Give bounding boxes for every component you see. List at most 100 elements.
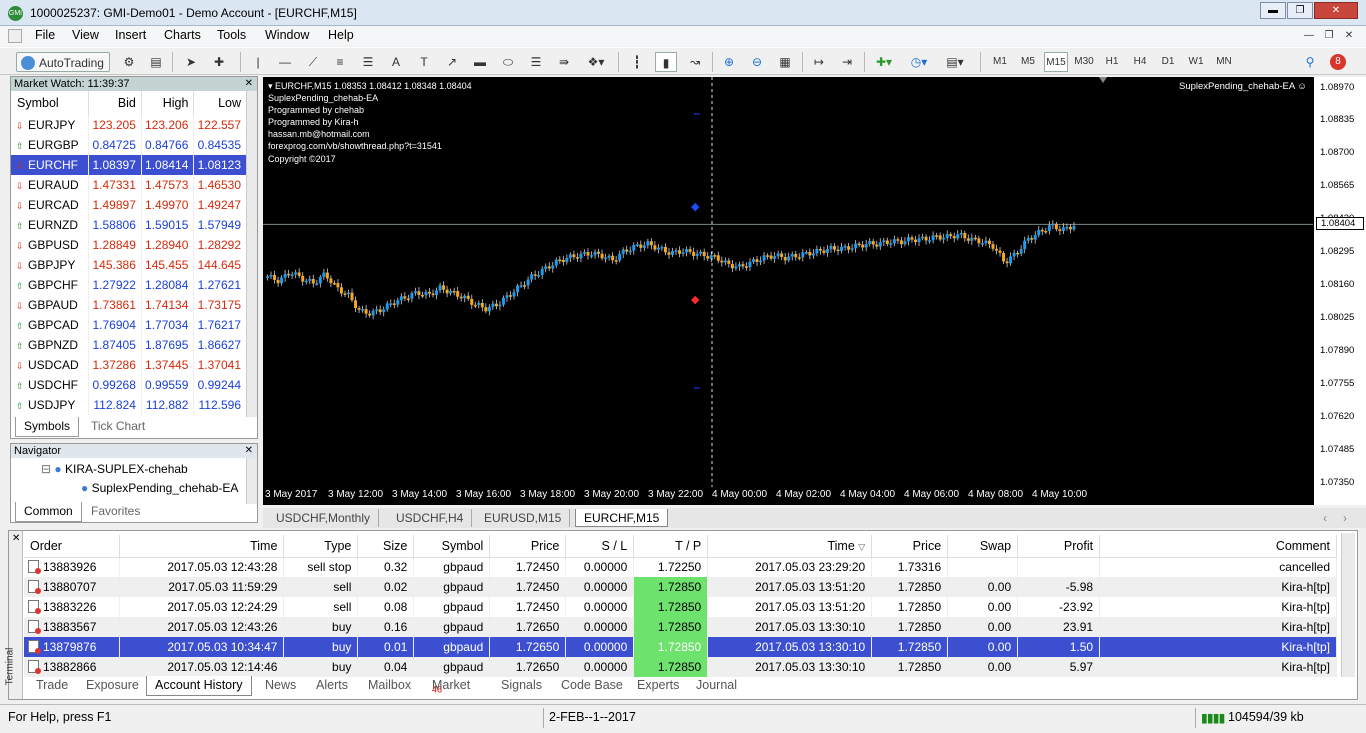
fibonacci-icon[interactable]: ☰ bbox=[358, 52, 378, 72]
text-icon[interactable]: A bbox=[386, 52, 406, 72]
market-watch-row[interactable]: ⇧ GBPNZD 1.87405 1.87695 1.86627 bbox=[11, 335, 247, 355]
chart-tab-eurusd-m15[interactable]: EURUSD,M15 bbox=[476, 509, 571, 527]
periods-icon[interactable]: ◷▾ bbox=[905, 52, 933, 72]
market-watch-row[interactable]: ⇩ USDCAD 1.37286 1.37445 1.37041 bbox=[11, 355, 247, 375]
status-traffic[interactable]: 104594/39 kb bbox=[1228, 710, 1304, 724]
chart-shift-icon[interactable]: ⇥ bbox=[836, 52, 858, 72]
tab-alerts[interactable]: Alerts bbox=[316, 676, 348, 696]
menu-insert[interactable]: Insert bbox=[115, 28, 146, 42]
doc-icon[interactable] bbox=[8, 29, 22, 43]
templates-icon[interactable]: ▤▾ bbox=[940, 52, 970, 72]
fibo-fan-icon[interactable]: ☰ bbox=[526, 52, 546, 72]
navigator-scrollbar[interactable] bbox=[246, 458, 257, 504]
data-window-icon[interactable]: ▤ bbox=[145, 52, 167, 72]
search-icon[interactable]: ⚲ bbox=[1300, 52, 1320, 72]
ellipse-icon[interactable]: ⬭ bbox=[498, 52, 518, 72]
symbol-cell[interactable]: ⇧ USDJPY bbox=[11, 395, 90, 415]
autotrading-button[interactable]: AutoTrading bbox=[16, 52, 110, 72]
market-watch-row[interactable]: ⇩ EURJPY 123.205 123.206 122.557 bbox=[11, 115, 247, 135]
arrow-icon[interactable]: ↗ bbox=[442, 52, 462, 72]
symbol-cell[interactable]: ⇩ GBPUSD bbox=[11, 235, 90, 255]
market-watch-scrollbar[interactable] bbox=[246, 91, 257, 417]
horizontal-line-icon[interactable]: — bbox=[275, 52, 295, 72]
symbol-cell[interactable]: ⇧ GBPCHF bbox=[11, 275, 90, 295]
zoom-out-icon[interactable]: ⊖ bbox=[746, 52, 768, 72]
close-icon[interactable]: ✕ bbox=[245, 77, 253, 91]
mdi-restore-icon[interactable]: ❐ bbox=[1320, 27, 1338, 44]
tab-market[interactable]: Market 46 bbox=[432, 676, 470, 696]
market-watch-row[interactable]: ⇧ EURNZD 1.58806 1.59015 1.57949 bbox=[11, 215, 247, 235]
col-price[interactable]: Price bbox=[489, 535, 567, 558]
market-watch-row[interactable]: ⇧ GBPCAD 1.76904 1.77034 1.76217 bbox=[11, 315, 247, 335]
pitchfork-icon[interactable]: ⇛ bbox=[554, 52, 574, 72]
history-row[interactable]: 13883567 2017.05.03 12:43:26 buy 0.16 gbpaud… bbox=[24, 617, 1337, 637]
zoom-in-icon[interactable]: ⊕ bbox=[718, 52, 740, 72]
minimize-button[interactable]: ▬ bbox=[1260, 2, 1286, 19]
tab-news[interactable]: News bbox=[265, 676, 296, 696]
chart-dropdown-icon[interactable]: ▾ bbox=[268, 81, 273, 91]
menu-view[interactable]: View bbox=[72, 28, 99, 42]
col-time[interactable]: Time bbox=[119, 535, 285, 558]
tf-h1[interactable]: H1 bbox=[1100, 52, 1124, 72]
market-watch-row[interactable]: ⇧ USDJPY 112.824 112.882 112.596 bbox=[11, 395, 247, 415]
tile-windows-icon[interactable]: ▦ bbox=[774, 52, 796, 72]
tf-m15[interactable]: M15 bbox=[1044, 52, 1068, 72]
cursor-icon[interactable]: ➤ bbox=[180, 52, 202, 72]
nav-item-kira[interactable]: ⊟ ● KIRA-SUPLEX-chehab bbox=[41, 462, 188, 476]
market-watch-row[interactable]: ⇧ USDCHF 0.99268 0.99559 0.99244 bbox=[11, 375, 247, 395]
market-watch-row[interactable]: ⇩ EURCAD 1.49897 1.49970 1.49247 bbox=[11, 195, 247, 215]
col-sl[interactable]: S / L bbox=[565, 535, 635, 558]
bar-chart-icon[interactable]: ┇ bbox=[626, 52, 648, 72]
mdi-close-icon[interactable]: ✕ bbox=[1340, 27, 1358, 44]
col-type[interactable]: Type bbox=[283, 535, 359, 558]
history-row[interactable]: 13879876 2017.05.03 10:34:47 buy 0.01 gbpaud… bbox=[24, 637, 1337, 657]
tf-m30[interactable]: M30 bbox=[1072, 52, 1096, 72]
col-order[interactable]: Order bbox=[24, 535, 121, 558]
indicators-icon[interactable]: ✚▾ bbox=[870, 52, 898, 72]
crosshair-icon[interactable]: ✚ bbox=[208, 52, 230, 72]
terminal-scrollbar[interactable] bbox=[1341, 533, 1355, 677]
market-watch-row[interactable]: ⇩ GBPJPY 145.386 145.455 144.645 bbox=[11, 255, 247, 275]
tab-trade[interactable]: Trade bbox=[36, 676, 68, 696]
mdi-minimize-icon[interactable]: — bbox=[1300, 27, 1318, 44]
close-icon[interactable]: ✕ bbox=[12, 533, 20, 544]
tf-m1[interactable]: M1 bbox=[988, 52, 1012, 72]
menu-help[interactable]: Help bbox=[328, 28, 354, 42]
tab-experts[interactable]: Experts bbox=[637, 676, 679, 696]
tab-tick-chart[interactable]: Tick Chart bbox=[91, 417, 145, 437]
symbol-cell[interactable]: ⇩ EURCAD bbox=[11, 195, 90, 215]
menu-charts[interactable]: Charts bbox=[164, 28, 201, 42]
symbol-cell[interactable]: ⇩ EURAUD bbox=[11, 175, 90, 195]
menu-tools[interactable]: Tools bbox=[217, 28, 246, 42]
close-icon[interactable]: ✕ bbox=[245, 444, 253, 458]
market-watch-row[interactable]: ⇩ GBPUSD 1.28849 1.28940 1.28292 bbox=[11, 235, 247, 255]
col-close-time[interactable]: Time ▽ bbox=[707, 535, 873, 558]
tf-m5[interactable]: M5 bbox=[1016, 52, 1040, 72]
tab-account-history[interactable]: Account History bbox=[146, 676, 252, 696]
market-watch-row[interactable]: ⇩ GBPAUD 1.73861 1.74134 1.73175 bbox=[11, 295, 247, 315]
maximize-button[interactable]: ❐ bbox=[1287, 2, 1313, 19]
symbol-cell[interactable]: ⇩ GBPJPY bbox=[11, 255, 90, 275]
candlestick-icon[interactable]: ▮ bbox=[655, 52, 677, 72]
autoscroll-icon[interactable]: ↦ bbox=[808, 52, 830, 72]
col-swap[interactable]: Swap bbox=[947, 535, 1019, 558]
market-watch-row[interactable]: ⇩ EURAUD 1.47331 1.47573 1.46530 bbox=[11, 175, 247, 195]
col-profit[interactable]: Profit bbox=[1017, 535, 1101, 558]
status-profile[interactable]: 2-FEB--1--2017 bbox=[549, 710, 636, 724]
tab-code-base[interactable]: Code Base bbox=[561, 676, 623, 696]
market-watch-row[interactable]: ⇧ EURGBP 0.84725 0.84766 0.84535 bbox=[11, 135, 247, 155]
tab-mailbox[interactable]: Mailbox bbox=[368, 676, 411, 696]
col-symbol[interactable]: Symbol bbox=[11, 91, 90, 115]
symbol-cell[interactable]: ⇧ EURNZD bbox=[11, 215, 90, 235]
tab-signals[interactable]: Signals bbox=[501, 676, 542, 696]
chart-tab-usdchf-h4[interactable]: USDCHF,H4 bbox=[388, 509, 473, 527]
symbol-cell[interactable]: ⇧ USDCHF bbox=[11, 375, 90, 395]
history-row[interactable]: 13883226 2017.05.03 12:24:29 sell 0.08 gbpau… bbox=[24, 597, 1337, 617]
tab-scroll-right-icon[interactable]: › bbox=[1335, 509, 1355, 527]
shapes-dropdown-icon[interactable]: ❖▾ bbox=[582, 52, 610, 72]
menu-file[interactable]: File bbox=[35, 28, 55, 42]
tf-w1[interactable]: W1 bbox=[1184, 52, 1208, 72]
history-row[interactable]: 13883926 2017.05.03 12:43:28 sell stop 0.32… bbox=[24, 557, 1337, 577]
tree-toggle-icon[interactable]: ⊟ bbox=[41, 462, 51, 476]
market-watch-row[interactable]: ⇧ GBPCHF 1.27922 1.28084 1.27621 bbox=[11, 275, 247, 295]
